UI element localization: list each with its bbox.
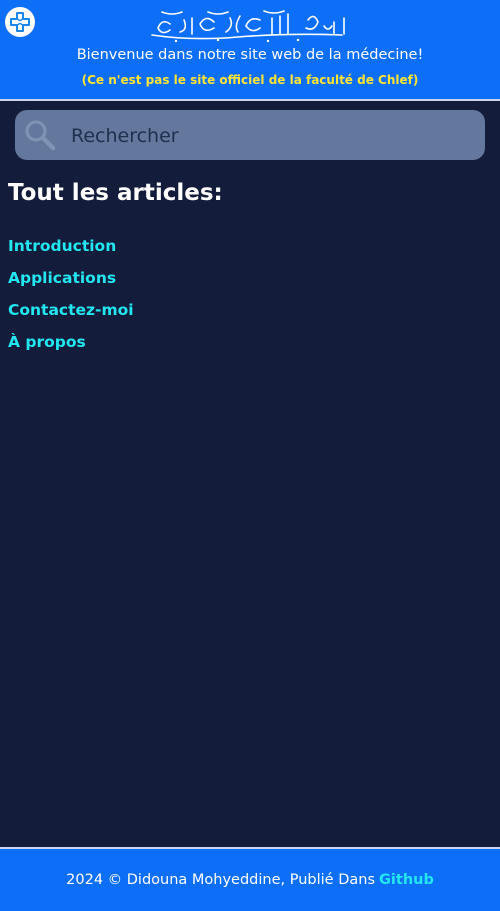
article-link-applications[interactable]: Applications <box>8 269 116 287</box>
site-header: Bienvenue dans notre site web de la méde… <box>0 0 500 101</box>
article-link-introduction[interactable]: Introduction <box>8 237 116 255</box>
basmala-calligraphy <box>151 10 345 43</box>
github-link[interactable]: Github <box>379 872 434 888</box>
article-link-contact[interactable]: Contactez-moi <box>8 301 134 319</box>
disclaimer-notice: (Ce n'est pas le site officiel de la fac… <box>81 73 419 87</box>
list-item: À propos <box>8 330 134 362</box>
site-footer: 2024 © Didouna Mohyeddine, Publié Dans G… <box>0 847 500 911</box>
search-input[interactable] <box>69 115 473 157</box>
footer-copyright: 2024 © Didouna Mohyeddine, Publié Dans <box>66 872 376 888</box>
article-link-about[interactable]: À propos <box>8 333 86 351</box>
list-item: Contactez-moi <box>8 298 134 330</box>
articles-heading: Tout les articles: <box>8 180 223 206</box>
search-icon[interactable] <box>23 118 57 152</box>
list-item: Applications <box>8 266 134 298</box>
articles-list: Introduction Applications Contactez-moi … <box>8 234 134 362</box>
search-bar[interactable] <box>15 110 485 160</box>
list-item: Introduction <box>8 234 134 266</box>
medical-cross-icon <box>10 12 30 32</box>
site-logo[interactable] <box>5 7 35 37</box>
welcome-message: Bienvenue dans notre site web de la méde… <box>76 47 424 63</box>
